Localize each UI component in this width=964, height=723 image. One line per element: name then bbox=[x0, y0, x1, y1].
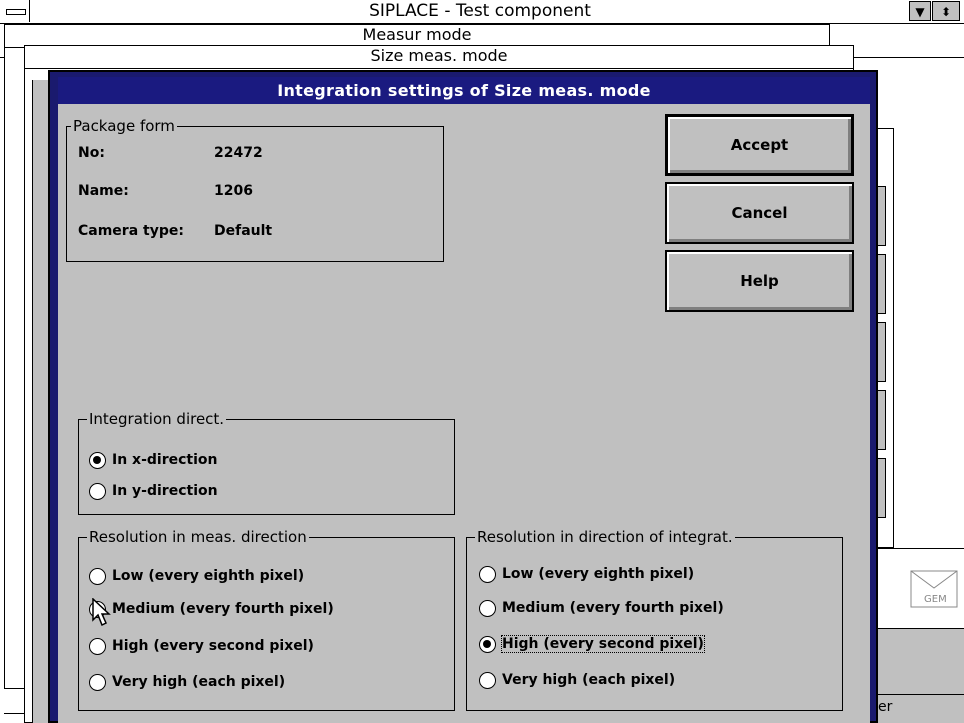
radio-meas-low[interactable]: Low (every eighth pixel) bbox=[89, 564, 304, 588]
radio-label: Low (every eighth pixel) bbox=[502, 566, 695, 582]
radio-label: Medium (every fourth pixel) bbox=[502, 600, 724, 616]
no-label: No: bbox=[78, 145, 105, 161]
restore-button[interactable]: ⬍ bbox=[932, 1, 960, 21]
radio-button-icon bbox=[89, 567, 106, 585]
radio-button-checked-icon bbox=[89, 451, 106, 469]
radio-in-y-direction[interactable]: In y-direction bbox=[89, 479, 218, 503]
status-bar: er bbox=[878, 694, 964, 723]
camera-type-value: Default bbox=[214, 223, 273, 239]
radio-integrat-low[interactable]: Low (every eighth pixel) bbox=[479, 562, 694, 586]
package-form-group: Package form No: 22472 Name: 1206 Camera… bbox=[66, 117, 444, 262]
radio-button-icon bbox=[479, 599, 496, 617]
radio-label: In y-direction bbox=[112, 483, 218, 499]
integration-direction-legend: Integration direct. bbox=[87, 410, 227, 428]
dialog-title[interactable]: Integration settings of Size meas. mode bbox=[58, 77, 870, 104]
radio-button-checked-icon bbox=[479, 635, 496, 653]
radio-meas-high[interactable]: High (every second pixel) bbox=[89, 634, 314, 658]
restore-icon: ⬍ bbox=[940, 5, 952, 19]
triangle-down-icon: ▼ bbox=[915, 5, 925, 19]
main-window-title: SIPLACE - Test component bbox=[369, 1, 591, 21]
radio-in-x-direction[interactable]: In x-direction bbox=[89, 448, 218, 472]
radio-button-icon bbox=[89, 482, 106, 500]
radio-label: In x-direction bbox=[112, 452, 218, 468]
status-text: er bbox=[878, 699, 893, 715]
gem-label: GEM bbox=[924, 594, 947, 605]
side-button-2[interactable] bbox=[878, 254, 886, 314]
help-button[interactable]: Help bbox=[665, 250, 854, 312]
integration-direction-group: Integration direct. In x-direction In y-… bbox=[78, 410, 455, 515]
mail-envelope-icon[interactable]: GEM bbox=[910, 570, 958, 608]
side-button-4[interactable] bbox=[878, 390, 886, 450]
resolution-integrat-group: Resolution in direction of integrat. Low… bbox=[466, 528, 843, 711]
mouse-pointer-icon bbox=[92, 598, 111, 627]
radio-button-icon bbox=[479, 565, 496, 583]
accept-button[interactable]: Accept bbox=[665, 114, 854, 176]
radio-integrat-high[interactable]: High (every second pixel) bbox=[479, 632, 705, 656]
child-window-title-size-meas: Size meas. mode bbox=[25, 46, 853, 69]
radio-label: High (every second pixel) bbox=[112, 638, 314, 654]
radio-button-icon bbox=[89, 673, 106, 691]
cancel-button[interactable]: Cancel bbox=[665, 182, 854, 244]
camera-type-label: Camera type: bbox=[78, 223, 184, 239]
resolution-integrat-legend: Resolution in direction of integrat. bbox=[475, 528, 735, 546]
resolution-meas-legend: Resolution in meas. direction bbox=[87, 528, 309, 546]
name-label: Name: bbox=[78, 183, 129, 199]
package-form-legend: Package form bbox=[71, 117, 177, 135]
no-value: 22472 bbox=[214, 145, 263, 161]
radio-meas-very-high[interactable]: Very high (each pixel) bbox=[89, 670, 285, 694]
radio-label: Very high (each pixel) bbox=[502, 672, 676, 688]
system-menu-button[interactable] bbox=[0, 0, 30, 22]
radio-label: Low (every eighth pixel) bbox=[112, 568, 305, 584]
radio-integrat-very-high[interactable]: Very high (each pixel) bbox=[479, 668, 675, 692]
resolution-meas-group: Resolution in meas. direction Low (every… bbox=[78, 528, 455, 711]
radio-integrat-medium[interactable]: Medium (every fourth pixel) bbox=[479, 596, 724, 620]
radio-label: High (every second pixel) bbox=[501, 635, 705, 653]
minimize-button[interactable]: ▼ bbox=[909, 1, 931, 21]
radio-label: Medium (every fourth pixel) bbox=[112, 601, 334, 617]
side-button-3[interactable] bbox=[878, 322, 886, 382]
side-button-1[interactable] bbox=[878, 186, 886, 246]
radio-label: Very high (each pixel) bbox=[112, 674, 286, 690]
radio-button-icon bbox=[479, 671, 496, 689]
dialog-client: Package form No: 22472 Name: 1206 Camera… bbox=[58, 104, 870, 723]
child-client-edge bbox=[32, 80, 48, 723]
system-menu-icon bbox=[6, 9, 26, 15]
radio-meas-medium[interactable]: Medium (every fourth pixel) bbox=[89, 597, 334, 621]
name-value: 1206 bbox=[214, 183, 253, 199]
radio-button-icon bbox=[89, 637, 106, 655]
right-gray-panel bbox=[878, 628, 964, 694]
side-button-5[interactable] bbox=[878, 458, 886, 518]
